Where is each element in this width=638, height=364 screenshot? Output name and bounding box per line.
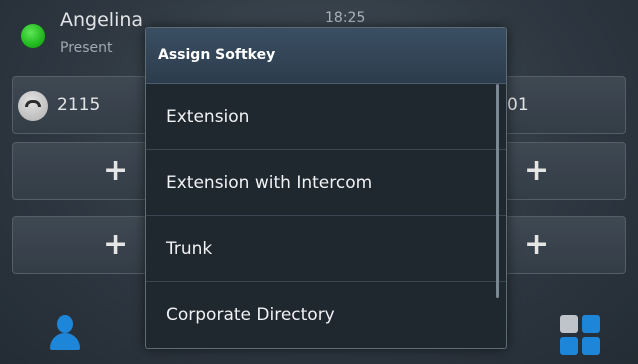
option-label: Extension with Intercom — [166, 173, 373, 193]
phone-screen: Angelina Present 18:25 2115 + + 01 + + A… — [0, 0, 638, 364]
option-label: Extension — [166, 107, 250, 127]
option-trunk[interactable]: Trunk — [146, 216, 506, 282]
dialog-scrollbar[interactable] — [496, 84, 499, 298]
option-corporate-directory[interactable]: Corporate Directory — [146, 282, 506, 348]
assign-softkey-dialog: Assign Softkey Extension Extension with … — [145, 27, 507, 349]
option-label: Trunk — [166, 239, 213, 259]
softkey-option-list: Extension Extension with Intercom Trunk … — [146, 84, 506, 348]
option-extension-with-intercom[interactable]: Extension with Intercom — [146, 150, 506, 216]
option-label: Corporate Directory — [166, 305, 335, 325]
option-extension[interactable]: Extension — [146, 84, 506, 150]
dialog-title: Assign Softkey — [158, 47, 276, 63]
dialog-header: Assign Softkey — [146, 28, 506, 84]
